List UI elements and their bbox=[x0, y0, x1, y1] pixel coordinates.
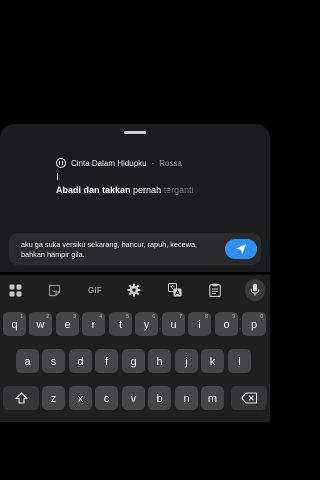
key-k[interactable]: k bbox=[201, 349, 224, 373]
key-label: b bbox=[156, 392, 163, 405]
key-r[interactable]: 4r bbox=[82, 312, 105, 336]
key-label: c bbox=[103, 392, 110, 405]
key-m[interactable]: m bbox=[201, 386, 224, 410]
key-z[interactable]: z bbox=[42, 386, 65, 410]
key-t[interactable]: 5t bbox=[109, 312, 132, 336]
gif-label: GIF bbox=[87, 285, 103, 295]
key-d[interactable]: d bbox=[69, 349, 92, 373]
key-s[interactable]: s bbox=[42, 349, 65, 373]
key-number-hint: 3 bbox=[73, 314, 76, 320]
shift-key[interactable] bbox=[3, 386, 39, 410]
keyboard-toolbar: GIF bbox=[0, 275, 270, 305]
lyric-upcoming: terganti bbox=[163, 185, 194, 195]
now-playing[interactable]: Cinta Dalam Hidupku · Rossa bbox=[56, 157, 182, 169]
gif-button[interactable]: GIF bbox=[84, 281, 106, 299]
key-label: s bbox=[50, 355, 57, 368]
key-label: m bbox=[207, 392, 218, 405]
key-label: l bbox=[238, 355, 241, 368]
bottom-area bbox=[0, 422, 270, 480]
key-e[interactable]: 3e bbox=[56, 312, 79, 336]
key-number-hint: 7 bbox=[179, 314, 182, 320]
key-label: a bbox=[24, 355, 31, 368]
key-label: j bbox=[185, 355, 188, 368]
key-y[interactable]: 6y bbox=[135, 312, 158, 336]
message-input[interactable]: aku ga suka versiku sekarang, hancur, ra… bbox=[9, 233, 261, 265]
key-number-hint: 5 bbox=[126, 314, 129, 320]
key-number-hint: 4 bbox=[99, 314, 102, 320]
key-label: t bbox=[118, 318, 123, 331]
song-artist: Rossa bbox=[159, 158, 182, 168]
key-label: h bbox=[156, 355, 163, 368]
send-button[interactable] bbox=[225, 239, 257, 259]
key-label: f bbox=[104, 355, 109, 368]
key-number-hint: 9 bbox=[232, 314, 235, 320]
voice-input-button[interactable] bbox=[245, 279, 265, 301]
key-label: i bbox=[198, 318, 201, 331]
key-p[interactable]: 0p bbox=[242, 312, 266, 336]
key-h[interactable]: h bbox=[148, 349, 171, 373]
key-label: z bbox=[50, 392, 57, 405]
key-f[interactable]: f bbox=[95, 349, 118, 373]
drag-handle[interactable] bbox=[124, 131, 146, 134]
send-icon bbox=[236, 244, 246, 254]
key-label: y bbox=[143, 318, 150, 331]
key-u[interactable]: 7u bbox=[162, 312, 185, 336]
key-q[interactable]: 1q bbox=[3, 312, 26, 336]
song-separator: · bbox=[151, 158, 155, 168]
lyric-current: pernah bbox=[133, 185, 162, 195]
key-number-hint: 6 bbox=[152, 314, 155, 320]
key-o[interactable]: 9o bbox=[215, 312, 238, 336]
lyric-sung: Abadi dan takkan bbox=[56, 185, 131, 195]
key-label: r bbox=[91, 318, 96, 331]
key-j[interactable]: j bbox=[175, 349, 198, 373]
pause-icon[interactable] bbox=[56, 158, 66, 168]
key-label: u bbox=[170, 318, 177, 331]
sticker-icon[interactable] bbox=[45, 281, 63, 299]
keyboard: GIF 1 q 2 w 3 e 4 r 5 t 6 y 7 u 8 i 9 o … bbox=[0, 275, 270, 422]
key-label: o bbox=[223, 318, 230, 331]
key-v[interactable]: v bbox=[122, 386, 145, 410]
key-label: g bbox=[130, 355, 137, 368]
apps-grid-icon[interactable] bbox=[6, 281, 24, 299]
key-label: n bbox=[183, 392, 190, 405]
key-label: x bbox=[77, 392, 84, 405]
key-label: d bbox=[77, 355, 84, 368]
key-a[interactable]: a bbox=[16, 349, 39, 373]
translate-icon[interactable] bbox=[166, 281, 184, 299]
key-b[interactable]: b bbox=[148, 386, 171, 410]
key-label: k bbox=[209, 355, 216, 368]
key-number-hint: 0 bbox=[260, 314, 263, 320]
message-text[interactable]: aku ga suka versiku sekarang, hancur, ra… bbox=[21, 240, 221, 260]
key-c[interactable]: c bbox=[95, 386, 118, 410]
key-label: p bbox=[250, 318, 258, 331]
settings-gear-icon[interactable] bbox=[125, 281, 143, 299]
key-i[interactable]: 8i bbox=[188, 312, 211, 336]
key-n[interactable]: n bbox=[175, 386, 198, 410]
song-title: Cinta Dalam Hidupku bbox=[71, 158, 147, 168]
clipboard-icon[interactable] bbox=[206, 281, 224, 299]
key-number-hint: 1 bbox=[20, 314, 23, 320]
key-number-hint: 2 bbox=[46, 314, 49, 320]
key-label: v bbox=[130, 392, 137, 405]
key-w[interactable]: 2w bbox=[29, 312, 52, 336]
key-label: w bbox=[36, 318, 45, 331]
key-number-hint: 8 bbox=[205, 314, 208, 320]
key-label: q bbox=[11, 318, 18, 331]
microphone-icon bbox=[250, 283, 260, 296]
key-label: e bbox=[64, 318, 71, 331]
key-x[interactable]: x bbox=[69, 386, 92, 410]
backspace-key[interactable] bbox=[231, 386, 267, 410]
key-g[interactable]: g bbox=[122, 349, 145, 373]
key-l[interactable]: l bbox=[228, 349, 251, 373]
backspace-icon bbox=[240, 392, 257, 404]
text-cursor bbox=[57, 173, 58, 180]
lyric-line: Abadi dan takkan pernah terganti bbox=[56, 185, 194, 195]
shift-icon bbox=[14, 392, 28, 404]
